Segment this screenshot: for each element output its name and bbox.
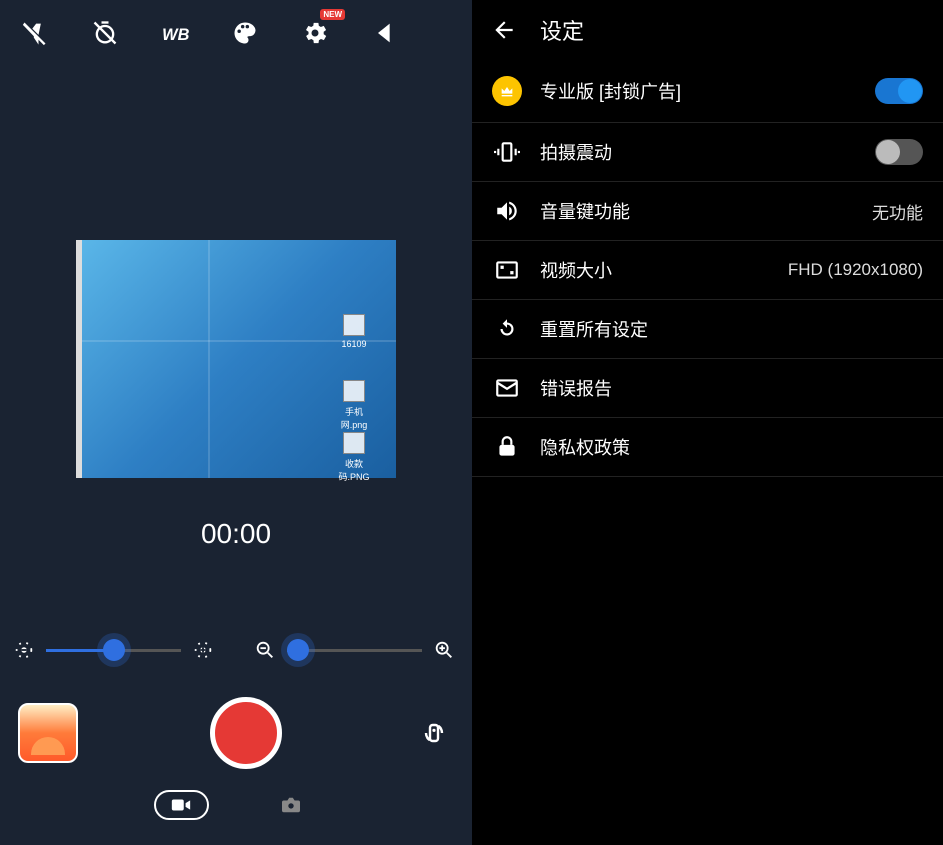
recording-timer: 00:00 bbox=[201, 518, 271, 550]
preview-desktop-icon: 手机网.png bbox=[334, 380, 374, 431]
new-badge: NEW bbox=[320, 9, 345, 20]
vibration-toggle[interactable] bbox=[875, 139, 923, 165]
zoom-in-icon[interactable] bbox=[432, 639, 456, 661]
preview-area: 16109 手机网.png 收款码.PNG 00:00 bbox=[0, 65, 472, 625]
video-mode-button[interactable] bbox=[154, 790, 209, 820]
settings-title: 设定 bbox=[540, 14, 584, 46]
camera-preview[interactable]: 16109 手机网.png 收款码.PNG bbox=[76, 240, 396, 478]
setting-volume[interactable]: 音量键功能 无功能 bbox=[472, 182, 943, 241]
vibration-icon bbox=[492, 139, 522, 165]
timer-off-button[interactable] bbox=[85, 13, 125, 53]
brightness-slider[interactable] bbox=[46, 635, 181, 665]
photo-mode-button[interactable] bbox=[264, 790, 319, 820]
setting-label: 专业版 [封锁广告] bbox=[540, 78, 857, 104]
setting-vibration[interactable]: 拍摄震动 bbox=[472, 123, 943, 182]
refresh-icon bbox=[492, 316, 522, 342]
setting-label: 视频大小 bbox=[540, 257, 770, 283]
record-button[interactable] bbox=[210, 697, 282, 769]
camera-screen: WB NEW 16109 手机网.png 收款码.PNG 00:00 bbox=[0, 0, 472, 845]
brightness-down-icon[interactable] bbox=[12, 639, 36, 661]
setting-privacy[interactable]: 隐私权政策 bbox=[472, 418, 943, 477]
switch-camera-button[interactable] bbox=[414, 713, 454, 753]
gallery-button[interactable] bbox=[18, 703, 78, 763]
setting-label: 拍摄震动 bbox=[540, 139, 857, 165]
pro-toggle[interactable] bbox=[875, 78, 923, 104]
setting-value: FHD (1920x1080) bbox=[788, 260, 923, 280]
zoom-slider[interactable] bbox=[287, 635, 422, 665]
setting-report[interactable]: 错误报告 bbox=[472, 359, 943, 418]
settings-button[interactable]: NEW bbox=[295, 13, 335, 53]
setting-video-size[interactable]: 视频大小 FHD (1920x1080) bbox=[472, 241, 943, 300]
preview-desktop-icon: 16109 bbox=[334, 314, 374, 349]
settings-header: 设定 bbox=[472, 0, 943, 60]
setting-pro[interactable]: 专业版 [封锁广告] bbox=[472, 60, 943, 123]
crown-icon bbox=[492, 76, 522, 106]
palette-button[interactable] bbox=[225, 13, 265, 53]
camera-toolbar: WB NEW bbox=[0, 0, 472, 65]
collapse-arrow-button[interactable] bbox=[365, 13, 405, 53]
svg-text:WB: WB bbox=[162, 26, 189, 44]
brightness-up-icon[interactable] bbox=[191, 639, 215, 661]
back-button[interactable] bbox=[490, 16, 518, 44]
white-balance-button[interactable]: WB bbox=[155, 13, 195, 53]
setting-label: 隐私权政策 bbox=[540, 434, 923, 460]
flash-off-button[interactable] bbox=[15, 13, 55, 53]
sliders bbox=[0, 625, 472, 675]
mail-icon bbox=[492, 375, 522, 401]
mode-switcher bbox=[0, 790, 472, 845]
zoom-out-icon[interactable] bbox=[253, 639, 277, 661]
setting-label: 音量键功能 bbox=[540, 198, 854, 224]
preview-desktop-icon: 收款码.PNG bbox=[334, 432, 374, 483]
setting-value: 无功能 bbox=[872, 199, 923, 224]
setting-label: 错误报告 bbox=[540, 375, 923, 401]
speaker-icon bbox=[492, 198, 522, 224]
resolution-icon bbox=[492, 257, 522, 283]
lock-icon bbox=[492, 434, 522, 460]
bottom-controls bbox=[0, 675, 472, 790]
setting-reset[interactable]: 重置所有设定 bbox=[472, 300, 943, 359]
settings-screen: 设定 专业版 [封锁广告] 拍摄震动 音量键功能 无功能 视频大小 FHD (1… bbox=[472, 0, 943, 845]
setting-label: 重置所有设定 bbox=[540, 316, 923, 342]
